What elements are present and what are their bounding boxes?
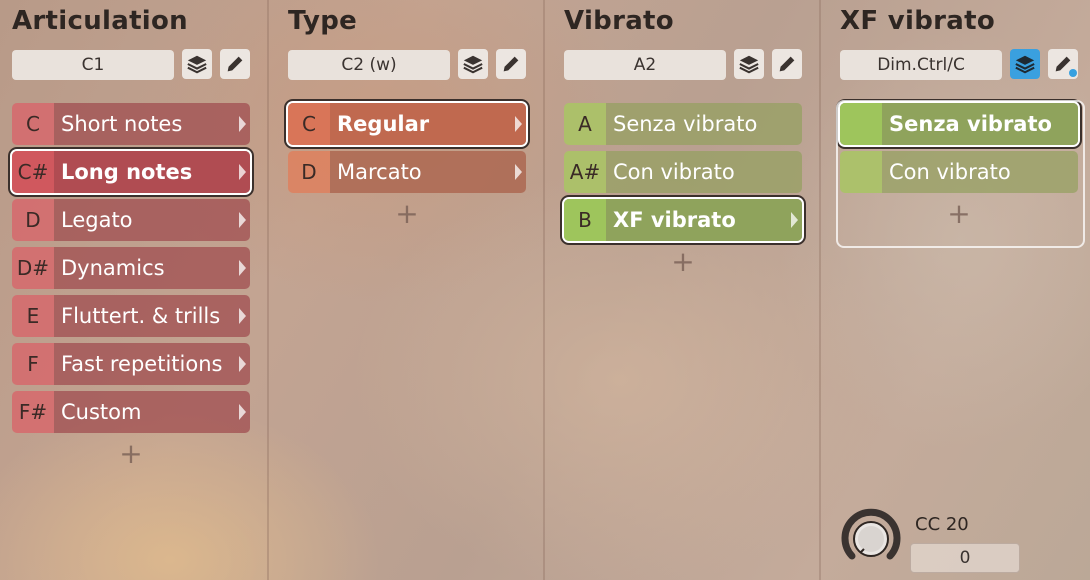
- column-title: Type: [288, 6, 358, 36]
- edit-button[interactable]: [772, 49, 802, 79]
- column-divider: [819, 0, 821, 580]
- expand-arrow-icon[interactable]: [239, 164, 246, 180]
- layers-icon: [1015, 55, 1035, 74]
- item-key: D#: [12, 247, 54, 289]
- expand-arrow-icon[interactable]: [239, 404, 246, 420]
- item-key: E: [12, 295, 54, 337]
- edit-button[interactable]: [496, 49, 526, 79]
- keyswitch-field[interactable]: C2 (w): [288, 50, 450, 80]
- item-key: A#: [564, 151, 606, 193]
- list-item[interactable]: D Marcato: [288, 151, 526, 193]
- expand-arrow-icon[interactable]: [791, 212, 798, 228]
- list-item[interactable]: A# Con vibrato: [564, 151, 802, 193]
- layers-icon: [463, 55, 483, 74]
- layers-button[interactable]: [182, 49, 212, 79]
- xf-vibrato-column: XF vibrato Dim.Ctrl/C Senza vibrato Con …: [828, 0, 1090, 580]
- expand-arrow-icon[interactable]: [515, 116, 522, 132]
- list-item-selected[interactable]: C# Long notes: [12, 151, 250, 193]
- item-label: Custom: [54, 391, 250, 433]
- list-item[interactable]: F# Custom: [12, 391, 250, 433]
- item-label: Senza vibrato: [606, 103, 802, 145]
- cc-value-field[interactable]: 0: [910, 543, 1020, 573]
- list-item-selected[interactable]: C Regular: [288, 103, 526, 145]
- item-label: Legato: [54, 199, 250, 241]
- item-key: A: [564, 103, 606, 145]
- item-label: XF vibrato: [606, 199, 802, 241]
- column-title: Vibrato: [564, 6, 674, 36]
- item-key: C: [12, 103, 54, 145]
- item-label: Marcato: [330, 151, 526, 193]
- item-label: Fluttert. & trills: [54, 295, 250, 337]
- item-label: Fast repetitions: [54, 343, 250, 385]
- layers-icon: [739, 55, 759, 74]
- column-divider: [267, 0, 269, 580]
- list-item[interactable]: C Short notes: [12, 103, 250, 145]
- articulation-list: C Short notes C# Long notes D Legato D# Dyna…: [12, 103, 250, 469]
- list-item[interactable]: A Senza vibrato: [564, 103, 802, 145]
- layers-button[interactable]: [458, 49, 488, 79]
- column-title: Articulation: [12, 6, 188, 36]
- item-key: D: [288, 151, 330, 193]
- articulation-column: Articulation C1 C Short notes C# Long note…: [0, 0, 266, 580]
- expand-arrow-icon[interactable]: [515, 164, 522, 180]
- list-item[interactable]: D Legato: [12, 199, 250, 241]
- item-label: Short notes: [54, 103, 250, 145]
- knob-icon: [841, 508, 901, 560]
- item-label: Con vibrato: [606, 151, 802, 193]
- item-key: C: [288, 103, 330, 145]
- xf-vibrato-group-outline: [836, 100, 1085, 248]
- item-label: Dynamics: [54, 247, 250, 289]
- item-key: C#: [12, 151, 54, 193]
- layers-button-active[interactable]: [1010, 49, 1040, 79]
- list-item[interactable]: E Fluttert. & trills: [12, 295, 250, 337]
- item-label: Regular: [330, 103, 526, 145]
- item-key: B: [564, 199, 606, 241]
- item-key: F#: [12, 391, 54, 433]
- add-item-button[interactable]: +: [288, 199, 526, 229]
- keyswitch-field[interactable]: Dim.Ctrl/C: [840, 50, 1002, 80]
- add-item-button[interactable]: +: [12, 439, 250, 469]
- edit-button[interactable]: [220, 49, 250, 79]
- item-label: Long notes: [54, 151, 250, 193]
- expand-arrow-icon[interactable]: [239, 212, 246, 228]
- list-item[interactable]: F Fast repetitions: [12, 343, 250, 385]
- add-item-button[interactable]: +: [564, 247, 802, 277]
- list-item-selected[interactable]: B XF vibrato: [564, 199, 802, 241]
- pencil-icon: [503, 56, 519, 72]
- expand-arrow-icon[interactable]: [239, 116, 246, 132]
- edit-button[interactable]: [1048, 49, 1078, 79]
- vibrato-list: A Senza vibrato A# Con vibrato B XF vibrato…: [564, 103, 802, 277]
- type-list: C Regular D Marcato +: [288, 103, 526, 229]
- column-divider: [543, 0, 545, 580]
- keyswitch-field[interactable]: A2: [564, 50, 726, 80]
- layers-button[interactable]: [734, 49, 764, 79]
- cc-knob[interactable]: [838, 506, 904, 572]
- expand-arrow-icon[interactable]: [239, 260, 246, 276]
- pencil-icon: [227, 56, 243, 72]
- column-title: XF vibrato: [840, 6, 995, 36]
- keyswitch-field[interactable]: C1: [12, 50, 174, 80]
- type-column: Type C2 (w) C Regular D Marcato +: [276, 0, 542, 580]
- layers-icon: [187, 55, 207, 74]
- item-key: D: [12, 199, 54, 241]
- cc-label: CC 20: [915, 514, 969, 535]
- vibrato-column: Vibrato A2 A Senza vibrato A# Con vibrato …: [552, 0, 818, 580]
- pencil-icon: [779, 56, 795, 72]
- expand-arrow-icon[interactable]: [239, 356, 246, 372]
- modified-indicator-icon: [1069, 69, 1077, 77]
- item-key: F: [12, 343, 54, 385]
- expand-arrow-icon[interactable]: [239, 308, 246, 324]
- list-item[interactable]: D# Dynamics: [12, 247, 250, 289]
